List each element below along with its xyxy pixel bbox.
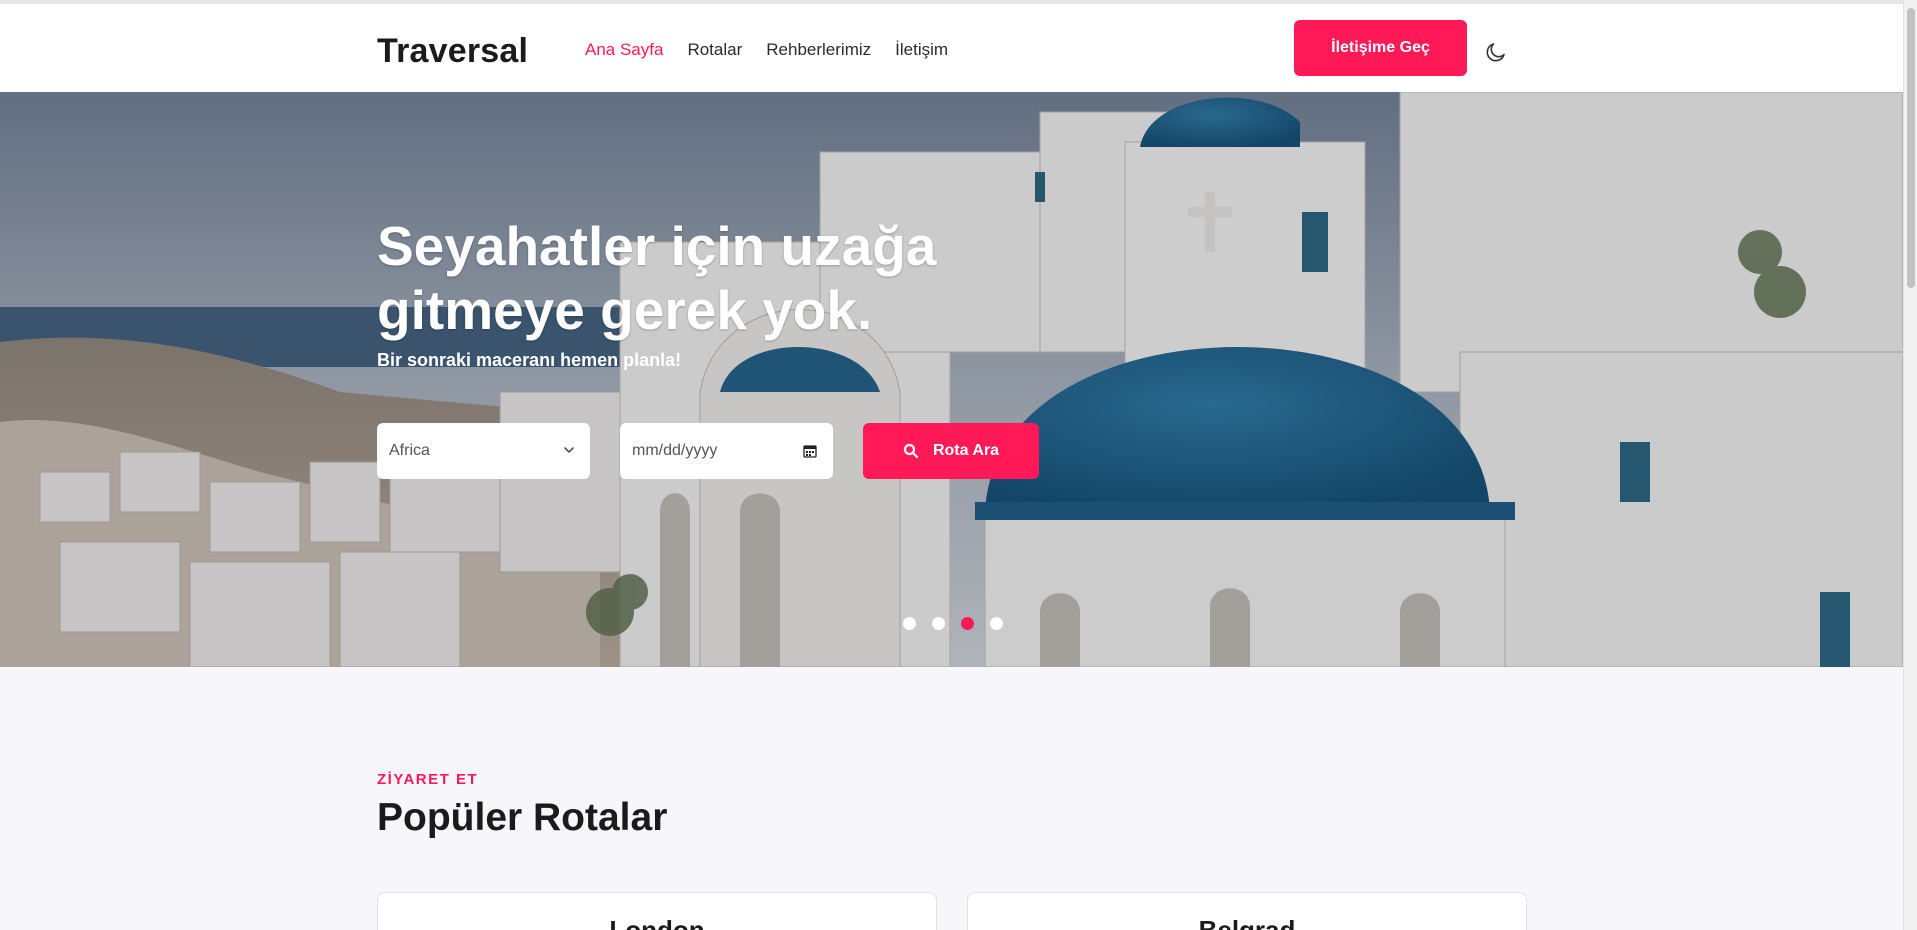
nav-item-iletisim[interactable]: İletişim [895, 40, 948, 60]
section-title: Popüler Rotalar [377, 796, 668, 839]
hero-overlay [0, 92, 1903, 667]
route-card-belgrad[interactable]: Belgrad [967, 892, 1527, 930]
site-header: Traversal Ana Sayfa Rotalar Rehberlerimi… [0, 4, 1903, 92]
nav-item-rehberlerimiz[interactable]: Rehberlerimiz [766, 40, 871, 60]
slider-dot-2[interactable] [932, 617, 945, 630]
section-eyebrow: ZİYARET ET [377, 771, 479, 788]
slider-dots [903, 617, 1003, 630]
slider-dot-3[interactable] [961, 617, 974, 630]
date-input[interactable]: mm/dd/yyyy [620, 423, 833, 479]
route-card-london[interactable]: London [377, 892, 937, 930]
date-input-placeholder: mm/dd/yyyy [632, 442, 718, 459]
hero-title: Seyahatler için uzağa gitmeye gerek yok. [377, 215, 937, 341]
page: Traversal Ana Sayfa Rotalar Rehberlerimi… [0, 0, 1917, 930]
site-logo[interactable]: Traversal [377, 32, 528, 71]
scrollbar-thumb[interactable] [1907, 8, 1915, 288]
search-route-label: Rota Ara [932, 442, 1000, 459]
nav-item-ana-sayfa[interactable]: Ana Sayfa [585, 40, 663, 60]
moon-icon[interactable] [1484, 40, 1508, 64]
contact-cta-button[interactable]: İletişime Geç [1294, 20, 1467, 76]
calendar-icon[interactable] [803, 444, 817, 458]
hero-slider: Seyahatler için uzağa gitmeye gerek yok.… [0, 92, 1903, 667]
page-scrollbar[interactable] [1903, 0, 1917, 930]
chevron-down-icon [564, 447, 574, 453]
nav-item-rotalar[interactable]: Rotalar [687, 40, 742, 60]
hero-subtitle: Bir sonraki maceranı hemen planla! [377, 350, 682, 370]
slider-dot-1[interactable] [903, 617, 916, 630]
slider-dot-4[interactable] [990, 617, 1003, 630]
route-card-title: Belgrad [1198, 915, 1296, 930]
search-icon [903, 443, 919, 459]
search-route-button[interactable]: Rota Ara [863, 423, 1039, 479]
destination-select-value: Africa [389, 442, 430, 459]
destination-select[interactable]: Africa [377, 423, 590, 479]
route-card-title: London [609, 915, 705, 930]
main-nav: Ana Sayfa Rotalar Rehberlerimiz İletişim [585, 40, 948, 60]
